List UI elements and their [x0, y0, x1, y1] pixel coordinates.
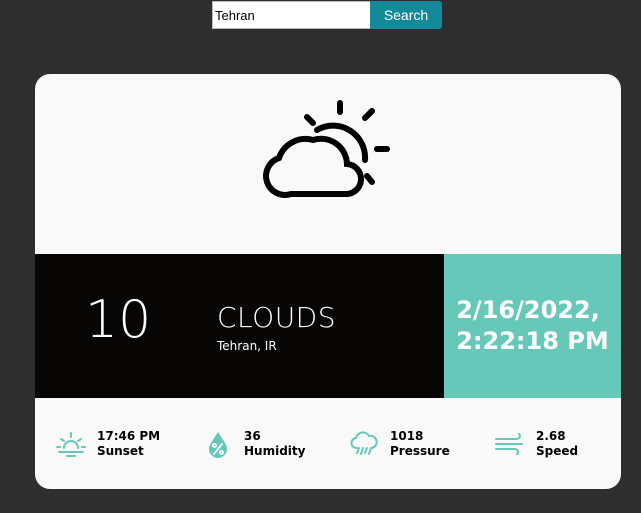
- humidity-icon: [209, 432, 227, 458]
- datetime: 2/16/2022, 2:22:18 PM: [456, 295, 609, 357]
- pressure-value: 1018: [390, 429, 424, 443]
- stat-sunset: 17:46 PM Sunset: [55, 428, 160, 460]
- date: 2/16/2022,: [456, 296, 600, 324]
- search-button[interactable]: Search: [370, 1, 442, 29]
- wind-speed-value: 2.68: [536, 429, 566, 443]
- sunset-label: Sunset: [97, 444, 144, 458]
- humidity-value: 36: [244, 429, 261, 443]
- current-weather-panel: 10 CLOUDS Tehran, IR: [35, 254, 444, 398]
- wind-speed-label: Speed: [536, 444, 579, 458]
- partly-cloudy-icon: [263, 100, 390, 198]
- location: Tehran, IR: [217, 339, 277, 353]
- search-bar: Search: [212, 1, 442, 29]
- stat-humidity: 36 Humidity: [202, 428, 305, 460]
- time: 2:22:18 PM: [456, 327, 609, 355]
- datetime-panel: 2/16/2022, 2:22:18 PM: [444, 254, 621, 398]
- wind-icon: [495, 433, 523, 455]
- search-input[interactable]: [212, 1, 370, 29]
- stat-wind-speed: 2.68 Speed: [494, 428, 578, 460]
- pressure-label: Pressure: [390, 444, 450, 458]
- sunset-icon: [56, 432, 86, 457]
- sunset-value: 17:46 PM: [97, 429, 161, 443]
- weather-icon-area: [35, 74, 621, 254]
- weather-card: 10 CLOUDS Tehran, IR 2/16/2022, 2:22:18 …: [35, 74, 621, 489]
- weather-band: 10 CLOUDS Tehran, IR 2/16/2022, 2:22:18 …: [35, 254, 621, 398]
- temperature: 10: [85, 290, 152, 350]
- weather-condition: CLOUDS: [217, 301, 337, 334]
- weather-stats: 17:46 PM Sunset 36 Humidity 1018 Pressur…: [35, 398, 621, 489]
- humidity-label: Humidity: [244, 444, 306, 458]
- stat-pressure: 1018 Pressure: [348, 428, 450, 460]
- pressure-icon: [350, 431, 378, 455]
